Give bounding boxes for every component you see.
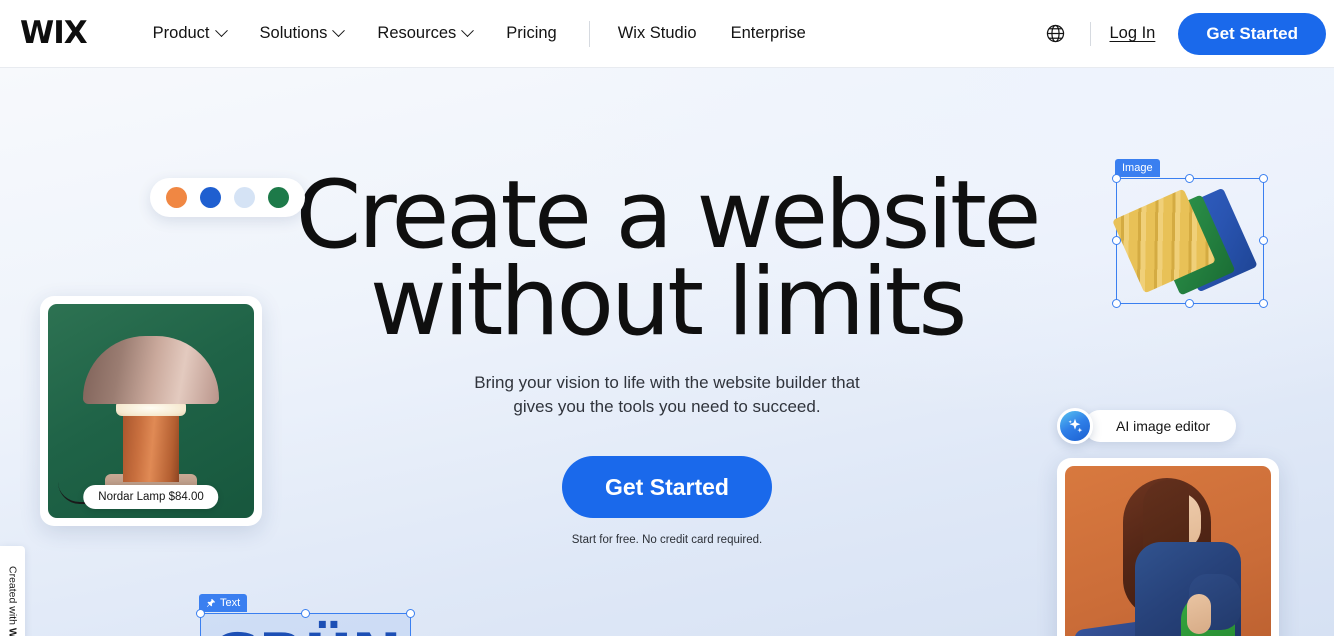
resize-handle-top-right[interactable] bbox=[406, 609, 415, 618]
nav-item-label: Enterprise bbox=[730, 24, 806, 42]
element-badge-label: Text bbox=[220, 597, 241, 609]
model-arm bbox=[1187, 594, 1211, 634]
resize-handle-top-left[interactable] bbox=[196, 609, 205, 618]
resize-handle-top-right[interactable] bbox=[1259, 174, 1268, 183]
resize-handle-top-center[interactable] bbox=[300, 609, 310, 618]
lamp-photo: Nordar Lamp $84.00 bbox=[48, 304, 254, 518]
model-photo bbox=[1065, 466, 1271, 636]
element-badge-label: Image bbox=[1122, 162, 1153, 174]
lamp-shade bbox=[83, 336, 219, 404]
pin-icon bbox=[206, 598, 216, 607]
sparkle-icon bbox=[1057, 408, 1093, 444]
nav-item-label: Solutions bbox=[259, 24, 328, 42]
nav-item-product[interactable]: Product bbox=[152, 18, 228, 49]
hero-section: Nordar Lamp $84.00 Image AI image editor… bbox=[0, 68, 1334, 636]
color-dot-green[interactable] bbox=[268, 187, 289, 208]
chevron-down-icon bbox=[214, 24, 228, 38]
subhead-line-2: gives you the tools you need to succeed. bbox=[513, 397, 821, 417]
element-badge-text: Text bbox=[199, 594, 248, 612]
created-with-wix-badge[interactable]: Created with WiX bbox=[0, 546, 25, 636]
text-element-grun[interactable]: Text GRÜN bbox=[196, 594, 415, 636]
nav-item-resources[interactable]: Resources bbox=[377, 18, 475, 49]
nav-divider bbox=[588, 20, 590, 47]
nav-item-label: Resources bbox=[377, 24, 457, 42]
ai-image-editor-badge[interactable]: AI image editor bbox=[1057, 408, 1237, 444]
resize-handle-middle-right[interactable] bbox=[1259, 236, 1268, 245]
nav-item-enterprise[interactable]: Enterprise bbox=[731, 18, 806, 49]
resize-handle-bottom-right[interactable] bbox=[1259, 299, 1268, 308]
element-badge-image: Image bbox=[1115, 159, 1160, 177]
chevron-down-icon bbox=[461, 24, 475, 38]
nav-item-label: Product bbox=[152, 24, 210, 42]
image-element-books[interactable]: Image bbox=[1112, 159, 1268, 308]
created-with-wix-label: Created with WiX bbox=[6, 566, 19, 636]
header-get-started-button[interactable]: Get Started bbox=[1178, 12, 1326, 55]
books-illustration bbox=[1112, 179, 1263, 303]
product-card-lamp[interactable]: Nordar Lamp $84.00 bbox=[40, 296, 262, 526]
globe-icon[interactable] bbox=[1038, 17, 1072, 51]
ai-image-editor-label: AI image editor bbox=[1084, 410, 1237, 442]
site-header: WIX Product Solutions Resources Pricing … bbox=[0, 0, 1334, 68]
header-divider bbox=[1090, 21, 1092, 46]
nav-item-solutions[interactable]: Solutions bbox=[259, 18, 346, 49]
nav-item-wix-studio[interactable]: Wix Studio bbox=[618, 18, 697, 49]
text-element-content: GRÜN bbox=[210, 621, 401, 636]
color-dot-orange[interactable] bbox=[166, 187, 187, 208]
login-link[interactable]: Log In bbox=[1109, 24, 1155, 43]
resize-handle-middle-left[interactable] bbox=[1112, 236, 1121, 245]
resize-handle-top-center[interactable] bbox=[1185, 174, 1194, 183]
subhead-line-1: Bring your vision to life with the websi… bbox=[474, 372, 860, 392]
header-actions: Log In Get Started bbox=[1038, 12, 1326, 55]
resize-handle-top-left[interactable] bbox=[1112, 174, 1121, 183]
product-price-tag: Nordar Lamp $84.00 bbox=[83, 485, 219, 509]
hero-get-started-button[interactable]: Get Started bbox=[562, 456, 772, 519]
main-navigation: Product Solutions Resources Pricing Wix … bbox=[153, 18, 840, 49]
color-swatch-pill bbox=[150, 178, 305, 217]
color-dot-blue[interactable] bbox=[200, 187, 221, 208]
color-dot-light-blue[interactable] bbox=[234, 187, 255, 208]
wix-logo[interactable]: WIX bbox=[20, 18, 88, 49]
lamp-stem bbox=[123, 408, 179, 482]
nav-item-label: Pricing bbox=[506, 24, 557, 42]
chevron-down-icon bbox=[332, 24, 346, 38]
wix-homepage: WIX Product Solutions Resources Pricing … bbox=[0, 0, 1334, 636]
nav-item-label: Wix Studio bbox=[617, 24, 697, 42]
resize-handle-bottom-center[interactable] bbox=[1185, 299, 1194, 308]
nav-item-pricing[interactable]: Pricing bbox=[506, 18, 556, 49]
photo-card-model[interactable] bbox=[1057, 458, 1279, 636]
resize-handle-bottom-left[interactable] bbox=[1112, 299, 1121, 308]
